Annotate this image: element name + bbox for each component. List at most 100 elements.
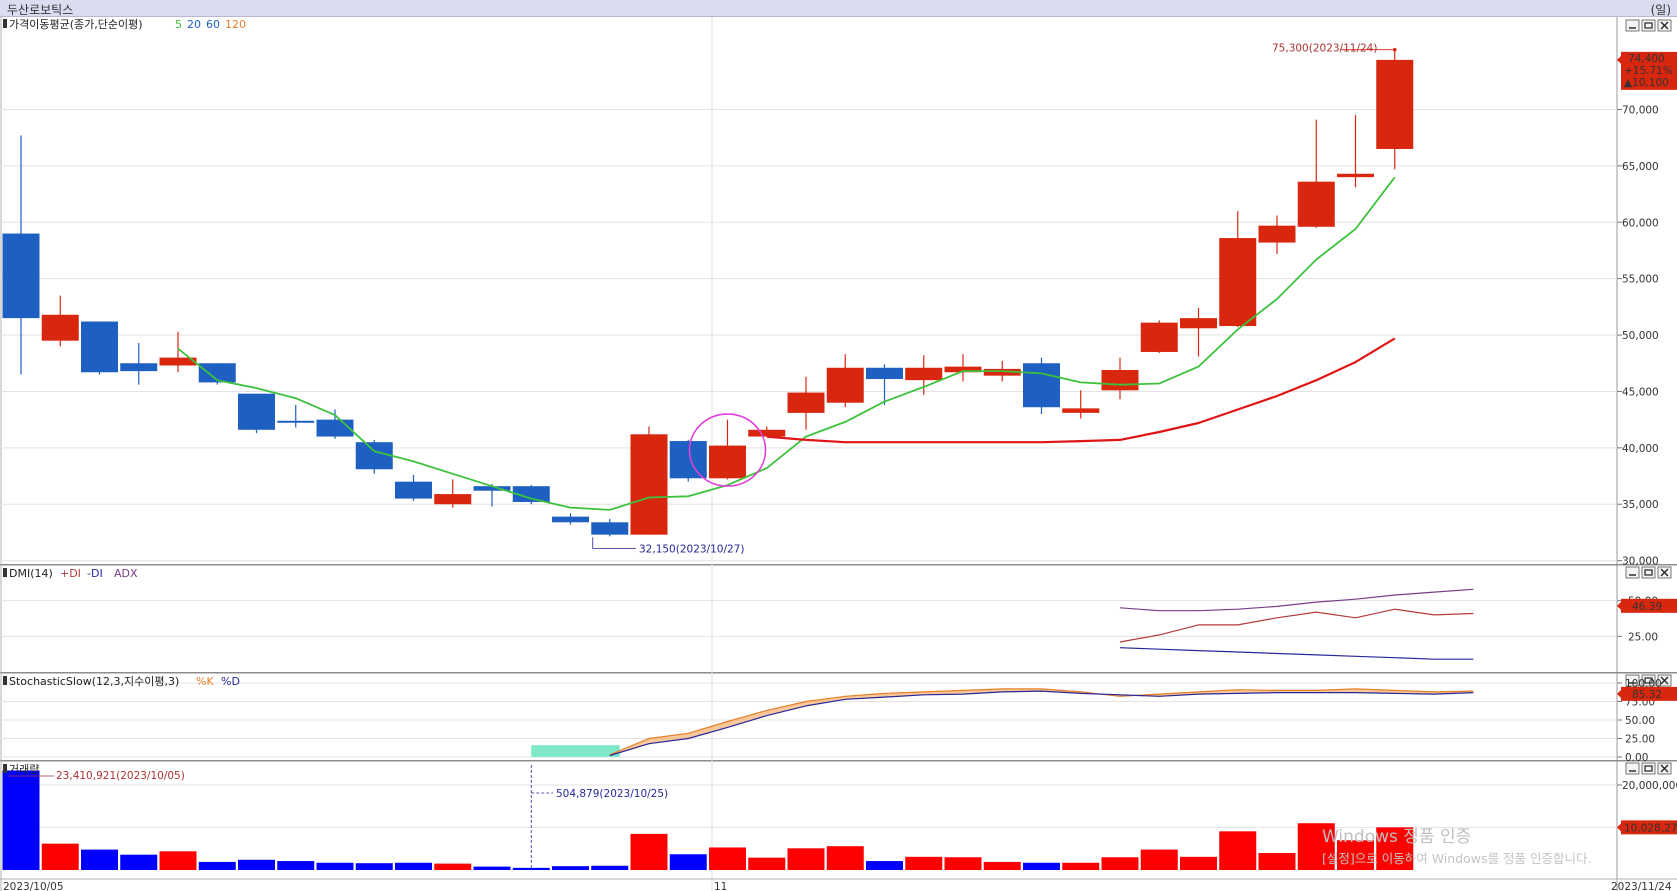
panel-grip-icon [3,676,7,685]
volume-bar [434,863,472,870]
dmi-legend-ADX: ADX [114,567,138,580]
volume-bar [355,863,393,870]
candle-body [1297,181,1335,227]
volume-bar [277,861,315,870]
panel-grip-icon [3,764,7,773]
volume-tick-label: 20,000,000 [1622,780,1677,792]
candle-body [826,367,864,403]
candle-body [1023,363,1060,408]
dmi-panel-title: DMI(14) [9,567,53,580]
volume-min-annotation: 504,879(2023/10/25) [556,788,668,800]
restore-icon[interactable] [1641,762,1656,775]
volume-bar [512,867,550,870]
window-titlebar: 두산로보틱스 (일) [0,0,1677,17]
minimize-icon[interactable] [1625,566,1640,579]
price-tick-label: 45,000 [1622,386,1659,398]
volume-bar [198,861,236,870]
volume-bar [395,862,432,870]
candle [1023,357,1060,414]
volume-bar [787,848,825,870]
price-tick-label: 70,000 [1622,104,1659,116]
volume-bar [983,861,1021,870]
candle-body [2,233,40,319]
minimize-icon-box [1625,566,1640,579]
panel-separator-1 [0,564,1677,566]
chart-area[interactable]: 70,000 65,000 60,000 55,000 50,000 45,000 40,0… [0,17,1677,891]
stoch-tick-label: 50.00 [1625,715,1655,727]
volume-bar [552,866,589,870]
window-title: 두산로보틱스 [7,3,74,17]
panel-separator-2 [0,672,1677,674]
restore-icon-box [1641,19,1656,32]
volume-bar [944,857,982,870]
volume-bar [1062,862,1100,870]
last-price-change-pct: +15.71% [1624,65,1673,77]
ma-legend-5: 5 [175,18,182,31]
candle-body [81,321,118,373]
candle-body [1062,408,1100,413]
last-price-value: 74,400 [1628,53,1665,65]
volume-bar [1258,852,1296,870]
ma-legend-60: 60 [206,18,220,31]
stoch-oversold-zone [531,745,620,757]
panel-4-controls[interactable] [1625,762,1672,775]
candle-body [709,445,746,479]
minimize-icon[interactable] [1625,762,1640,775]
candle [198,363,236,385]
chart-background [0,17,1677,891]
candle [355,439,393,474]
volume-bar [1219,831,1257,870]
candle-body [866,367,903,380]
price-tick-label: 30,000 [1622,556,1659,568]
period-label: (일) [1650,3,1671,17]
candle-body [1140,322,1178,352]
close-icon[interactable] [1657,19,1672,32]
candle-body [591,522,629,535]
volume-bar [669,854,707,870]
dmi-tick-label: 25.00 [1628,631,1658,643]
high-annotation-label: 75,300(2023/11/24) [1272,43,1377,55]
candle-body [1376,59,1414,149]
volume-bar [866,861,903,870]
stoch-legend-k: %K [196,675,214,688]
candle-body [905,367,943,381]
candle-body [630,434,668,535]
panel-1-controls[interactable] [1625,19,1672,32]
volume-bar [81,849,118,870]
x-axis-label-start: 2023/10/05 [3,881,64,891]
volume-bar [238,859,275,870]
restore-icon[interactable] [1641,19,1656,32]
stoch-legend-d: %D [221,675,240,688]
volume-bar [630,833,668,870]
volume-bar [709,847,746,870]
activation-watermark-title: Windows 정품 인증 [1322,827,1472,847]
minimize-icon-box [1625,762,1640,775]
panel-2-controls[interactable] [1625,566,1672,579]
candle-body [277,420,315,423]
candle-body [395,481,432,499]
volume-last-value: 10,028,277 [1624,822,1677,834]
minimize-icon[interactable] [1625,19,1640,32]
candle-body [1258,225,1296,243]
candle-body [434,494,472,505]
minimize-icon-box [1625,19,1640,32]
low-annotation-label: 32,150(2023/10/27) [639,543,744,555]
volume-bar [316,862,354,870]
panel-grip-icon [3,19,7,28]
close-icon[interactable] [1657,566,1672,579]
candle [238,393,275,434]
activation-watermark-text: [설정]으로 이동하여 Windows를 정품 인증합니다. [1322,851,1592,866]
candle-body [41,314,79,341]
x-axis-label-month: 11 [714,881,727,891]
ma-legend-120: 120 [225,18,246,31]
volume-bar [159,851,197,870]
restore-icon[interactable] [1641,566,1656,579]
close-icon[interactable] [1657,762,1672,775]
last-price-change: ▲10,100 [1624,77,1669,89]
price-tick-label: 65,000 [1622,161,1659,173]
dmi-legend-+DI: +DI [60,567,81,580]
panel-separator-3 [0,760,1677,762]
volume-panel-title: 거래량 [9,763,39,776]
volume-bar [1101,857,1139,870]
stoch-tick-label: 0.00 [1625,752,1648,764]
